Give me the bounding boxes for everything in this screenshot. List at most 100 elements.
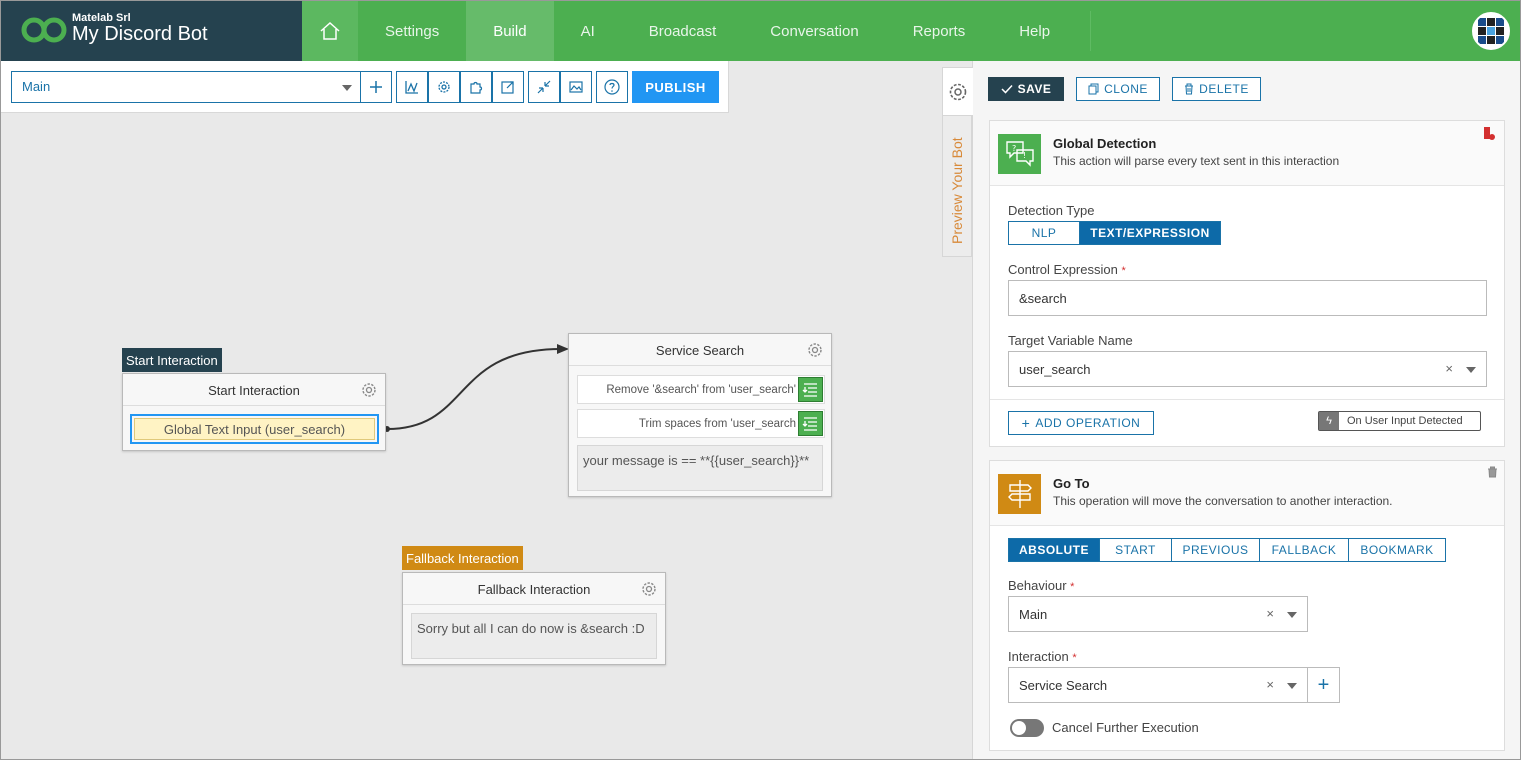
required-marker: *	[1072, 652, 1077, 664]
behaviour-value: Main	[1019, 607, 1048, 622]
goto-card: Go To This operation will move the conve…	[989, 460, 1505, 751]
properties-panel: SAVE CLONE DELETE ?! Global Detection Th…	[972, 61, 1520, 759]
avatar-pattern-icon	[1474, 14, 1508, 48]
detection-text-expression-option[interactable]: TEXT/EXPRESSION	[1080, 221, 1221, 245]
goto-mode-absolute[interactable]: ABSOLUTE	[1008, 538, 1100, 562]
goto-mode-bookmark[interactable]: BOOKMARK	[1349, 538, 1446, 562]
cancel-execution-toggle[interactable]	[1010, 719, 1044, 737]
goto-mode-fallback[interactable]: FALLBACK	[1260, 538, 1349, 562]
variable-op-icon	[798, 377, 823, 402]
service-op-trim-label: Trim spaces from 'user_search	[638, 418, 796, 430]
target-variable-value: user_search	[1019, 362, 1091, 377]
behaviour-label: Behaviour *	[1008, 578, 1074, 593]
gear-icon[interactable]	[360, 381, 378, 399]
clone-label: CLONE	[1104, 82, 1148, 96]
global-detection-card: ?! Global Detection This action will par…	[989, 120, 1505, 447]
target-variable-select[interactable]: user_search ×	[1008, 351, 1487, 387]
panel-settings-tab[interactable]	[943, 68, 973, 116]
chevron-down-icon[interactable]	[1287, 683, 1297, 689]
detection-type-label: Detection Type	[1008, 203, 1095, 218]
plus-icon: +	[1317, 673, 1330, 696]
goto-mode-toggle: ABSOLUTE START PREVIOUS FALLBACK BOOKMAR…	[1008, 538, 1446, 562]
behaviour-label-text: Behaviour	[1008, 578, 1067, 593]
fallback-node-title: Fallback Interaction	[477, 582, 591, 597]
global-detection-desc: This action will parse every text sent i…	[1053, 154, 1340, 168]
service-op-trim[interactable]: Trim spaces from 'user_search	[577, 409, 825, 438]
global-detection-header: ?! Global Detection This action will par…	[990, 121, 1504, 186]
service-op-remove-label: Remove '&search' from 'user_search'	[606, 384, 796, 396]
service-op-remove[interactable]: Remove '&search' from 'user_search'	[577, 375, 825, 404]
control-expression-label-text: Control Expression	[1008, 262, 1118, 277]
save-button[interactable]: SAVE	[988, 77, 1064, 101]
service-search-node[interactable]: Service Search Remove '&search' from 'us…	[568, 333, 832, 497]
clear-icon[interactable]: ×	[1266, 677, 1274, 692]
interaction-label: Interaction *	[1008, 649, 1077, 664]
toggle-knob	[1012, 721, 1026, 735]
start-node-title: Start Interaction	[208, 383, 300, 398]
start-node[interactable]: Start Interaction Global Text Input (use…	[122, 373, 386, 451]
start-node-item[interactable]: Global Text Input (user_search)	[130, 414, 379, 444]
svg-text:!: !	[1023, 151, 1026, 160]
service-node-title: Service Search	[655, 343, 745, 358]
goto-desc: This operation will move the conversatio…	[1053, 494, 1393, 508]
detection-type-toggle: NLP TEXT/EXPRESSION	[1008, 221, 1221, 245]
global-detection-title: Global Detection	[1053, 136, 1157, 151]
fallback-node[interactable]: Fallback Interaction Sorry but all I can…	[402, 572, 666, 665]
lightning-icon: ϟ	[1319, 412, 1339, 430]
global-text-input-chip: Global Text Input (user_search)	[134, 418, 375, 440]
delete-button[interactable]: DELETE	[1172, 77, 1261, 101]
event-badge: ϟ On User Input Detected	[1318, 411, 1481, 431]
card-divider	[990, 399, 1504, 400]
service-node-header: Service Search	[569, 334, 831, 366]
fallback-message[interactable]: Sorry but all I can do now is &search :D	[411, 613, 657, 659]
svg-text:?: ?	[1012, 144, 1016, 153]
cancel-execution-label: Cancel Further Execution	[1052, 720, 1199, 735]
nav-help[interactable]: Help	[992, 1, 1077, 61]
add-interaction-button[interactable]: +	[1308, 667, 1340, 703]
interaction-label-text: Interaction	[1008, 649, 1069, 664]
clear-icon[interactable]: ×	[1266, 606, 1274, 621]
control-expression-label: Control Expression *	[1008, 262, 1126, 277]
start-node-tag: Start Interaction	[122, 348, 222, 372]
plus-icon: +	[1021, 415, 1031, 431]
interaction-value: Service Search	[1019, 678, 1108, 693]
goto-mode-previous[interactable]: PREVIOUS	[1172, 538, 1260, 562]
user-avatar[interactable]	[1472, 12, 1510, 50]
gear-icon[interactable]	[640, 580, 658, 598]
nav-divider	[1090, 11, 1091, 51]
control-expression-value: &search	[1019, 291, 1067, 306]
target-variable-label: Target Variable Name	[1008, 333, 1133, 348]
delete-label: DELETE	[1199, 82, 1249, 96]
clone-button[interactable]: CLONE	[1076, 77, 1160, 101]
service-message[interactable]: your message is == **{{user_search}}**	[577, 445, 823, 491]
chevron-down-icon[interactable]	[1287, 612, 1297, 618]
trash-icon[interactable]	[1487, 466, 1498, 478]
add-operation-label: ADD OPERATION	[1035, 416, 1141, 430]
clear-icon[interactable]: ×	[1445, 361, 1453, 376]
chat-question-icon: ?!	[998, 134, 1041, 174]
gear-icon[interactable]	[806, 341, 824, 359]
chevron-down-icon[interactable]	[1466, 367, 1476, 373]
start-node-header: Start Interaction	[123, 374, 385, 406]
signpost-icon	[998, 474, 1041, 514]
add-operation-button[interactable]: + ADD OPERATION	[1008, 411, 1154, 435]
save-label: SAVE	[1017, 82, 1052, 96]
remove-action-icon[interactable]	[1482, 125, 1496, 141]
behaviour-select[interactable]: Main ×	[1008, 596, 1308, 632]
detection-nlp-option[interactable]: NLP	[1008, 221, 1080, 245]
preview-bot-tab[interactable]: Preview Your Bot	[943, 116, 973, 258]
gear-icon	[949, 83, 967, 100]
variable-op-icon	[798, 411, 823, 436]
goto-title: Go To	[1053, 476, 1090, 491]
preview-bot-label: Preview Your Bot	[949, 137, 965, 244]
control-expression-input[interactable]: &search	[1008, 280, 1487, 316]
required-marker: *	[1070, 581, 1075, 593]
required-marker: *	[1121, 265, 1126, 277]
goto-header: Go To This operation will move the conve…	[990, 461, 1504, 526]
fallback-node-header: Fallback Interaction	[403, 573, 665, 605]
interaction-select[interactable]: Service Search ×	[1008, 667, 1308, 703]
goto-mode-start[interactable]: START	[1100, 538, 1172, 562]
event-badge-label: On User Input Detected	[1347, 415, 1463, 427]
fallback-node-tag: Fallback Interaction	[402, 546, 523, 570]
copy-icon	[1088, 83, 1099, 95]
